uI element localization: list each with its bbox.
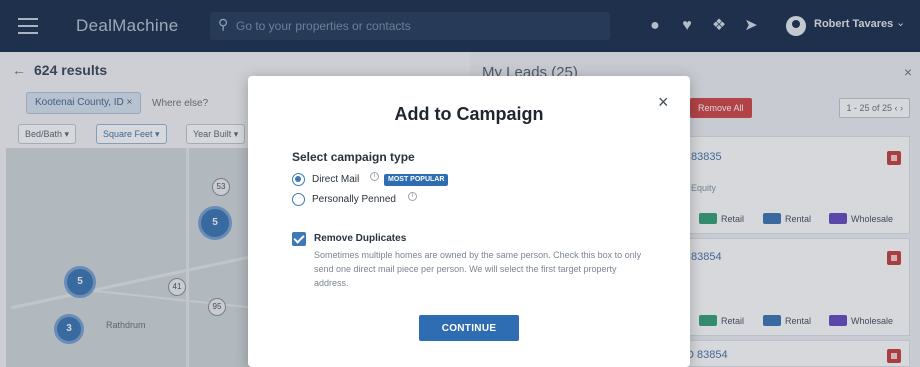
add-to-campaign-dialog: Add to Campaign × Select campaign type D… (248, 76, 690, 367)
personally-penned-label: Personally Penned (312, 194, 396, 205)
direct-mail-radio[interactable] (292, 173, 305, 186)
dialog-title: Add to Campaign (394, 104, 544, 124)
campaign-type-label: Select campaign type (292, 150, 415, 164)
most-popular-badge: MOST POPULAR (384, 174, 449, 186)
personally-penned-radio[interactable] (292, 193, 305, 206)
continue-button[interactable]: CONTINUE (419, 315, 519, 341)
close-icon[interactable]: × (658, 92, 669, 113)
info-icon[interactable]: i (408, 192, 417, 201)
remove-duplicates-label[interactable]: Remove Duplicates (314, 233, 406, 244)
direct-mail-label: Direct Mail (312, 174, 360, 185)
remove-duplicates-checkbox[interactable] (292, 232, 306, 246)
info-icon[interactable]: i (370, 172, 379, 181)
option-direct-mail[interactable]: Direct Mail i MOST POPULAR (292, 172, 492, 188)
remove-duplicates-description: Sometimes multiple homes are owned by th… (314, 250, 642, 288)
option-personally-penned[interactable]: Personally Penned i (292, 192, 492, 208)
